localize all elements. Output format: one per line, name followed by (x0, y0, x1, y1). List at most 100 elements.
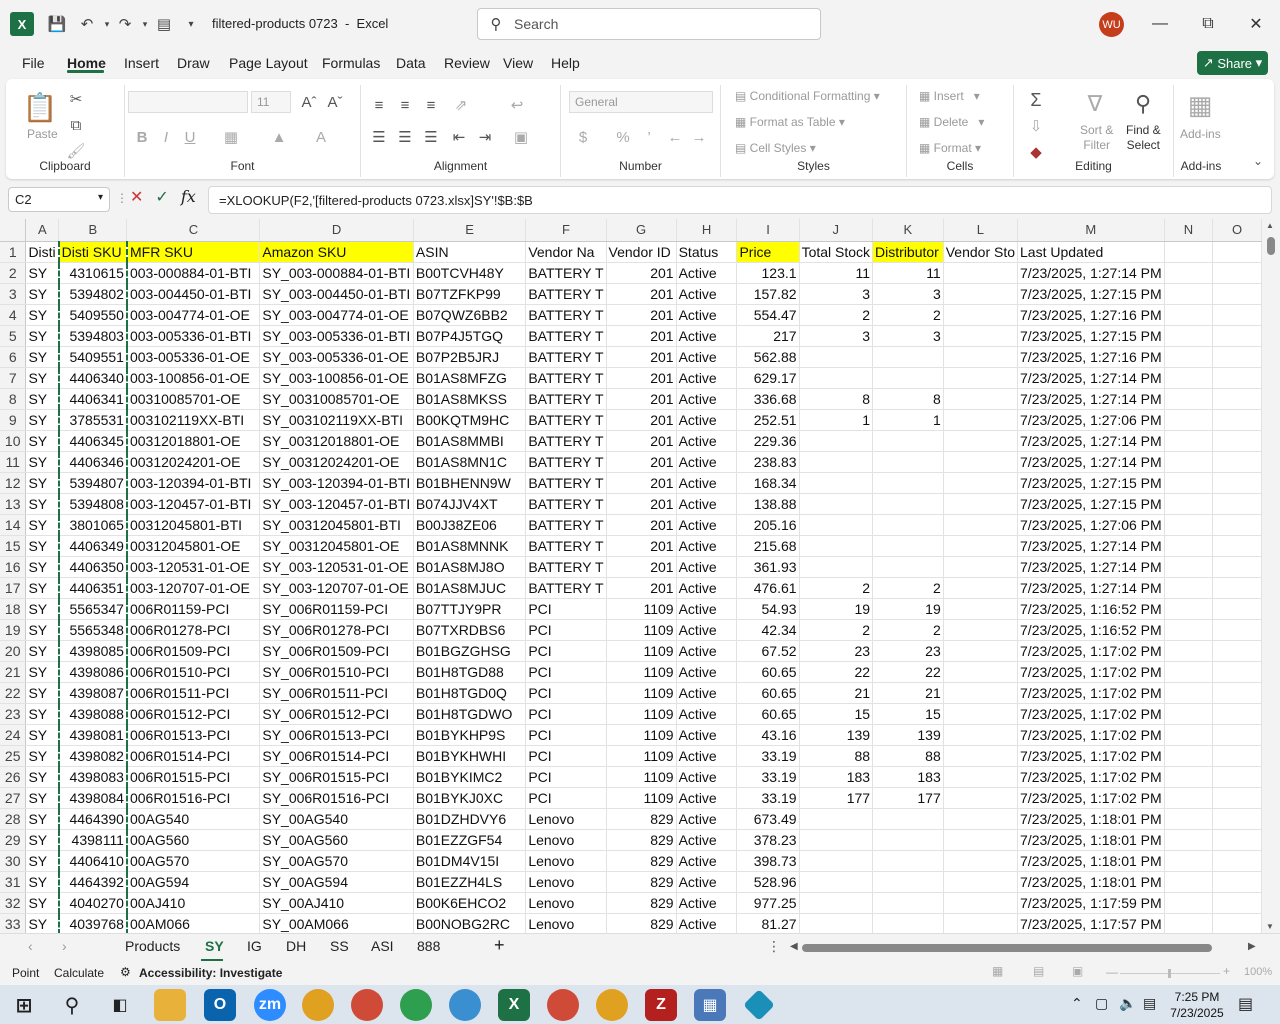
table-cell[interactable]: 3 (872, 325, 944, 347)
table-cell[interactable] (1212, 766, 1262, 788)
tab-dh[interactable]: DH (284, 938, 308, 954)
table-cell[interactable]: 201 (606, 577, 677, 599)
table-cell[interactable] (1212, 283, 1262, 305)
table-cell[interactable]: 8 (799, 388, 874, 410)
taskbar-search-icon[interactable]: ⚲ (56, 989, 88, 1021)
row-header-22[interactable]: 22 (0, 682, 27, 704)
table-cell[interactable] (1212, 367, 1262, 389)
header-cell[interactable] (1164, 241, 1214, 263)
table-cell[interactable]: 177 (799, 787, 874, 809)
number-format-select[interactable]: General (569, 91, 713, 113)
table-cell[interactable]: 1 (799, 409, 874, 431)
table-cell[interactable]: Active (676, 703, 738, 725)
table-cell[interactable]: BATTERY T (525, 367, 607, 389)
table-cell[interactable] (943, 367, 1019, 389)
table-cell[interactable] (943, 850, 1019, 872)
table-cell[interactable]: SY_006R01509-PCI (259, 640, 414, 662)
table-cell[interactable]: Active (676, 661, 738, 683)
table-cell[interactable]: 7/23/2025, 1:17:02 PM (1017, 745, 1165, 767)
table-cell[interactable]: 00312018801-OE (126, 430, 261, 452)
table-cell[interactable] (799, 514, 874, 536)
scroll-right-icon[interactable]: ▶ (1246, 941, 1258, 952)
table-cell[interactable]: 168.34 (736, 472, 800, 494)
table-cell[interactable]: Active (676, 745, 738, 767)
table-cell[interactable]: 7/23/2025, 1:27:15 PM (1017, 283, 1165, 305)
table-cell[interactable]: 003-120531-01-OE (126, 556, 261, 578)
table-cell[interactable]: SY (25, 388, 60, 410)
table-cell[interactable]: SY_006R01515-PCI (259, 766, 414, 788)
filezilla-icon[interactable]: Z (645, 989, 677, 1021)
table-cell[interactable]: 006R01278-PCI (126, 619, 261, 641)
row-header-15[interactable]: 15 (0, 535, 27, 557)
table-cell[interactable]: Lenovo (525, 808, 607, 830)
table-cell[interactable]: 5394803 (57, 325, 128, 347)
row-header-18[interactable]: 18 (0, 598, 27, 620)
table-cell[interactable]: 829 (606, 871, 677, 893)
table-cell[interactable]: 977.25 (736, 892, 800, 914)
table-cell[interactable]: BATTERY T (525, 262, 607, 284)
table-cell[interactable]: Active (676, 346, 738, 368)
tray-meet-icon[interactable]: ▢ (1095, 995, 1108, 1012)
table-cell[interactable] (1164, 766, 1214, 788)
calculator-icon[interactable]: ▦ (694, 989, 726, 1021)
table-cell[interactable]: 4406410 (57, 850, 128, 872)
table-cell[interactable]: 829 (606, 892, 677, 914)
table-cell[interactable]: 7/23/2025, 1:27:16 PM (1017, 346, 1165, 368)
table-cell[interactable] (1212, 262, 1262, 284)
table-cell[interactable] (943, 724, 1019, 746)
table-cell[interactable] (1212, 577, 1262, 599)
table-cell[interactable] (943, 745, 1019, 767)
row-header-27[interactable]: 27 (0, 787, 27, 809)
fill-color-icon[interactable]: ▲ (269, 127, 289, 147)
table-cell[interactable] (943, 535, 1019, 557)
table-cell[interactable]: B01AS8MKSS (413, 388, 527, 410)
table-cell[interactable]: 60.65 (736, 682, 800, 704)
table-cell[interactable]: 2 (799, 619, 874, 641)
restore-icon[interactable]: ⧉ (1185, 8, 1231, 40)
table-cell[interactable]: 201 (606, 430, 677, 452)
table-cell[interactable]: 4398111 (57, 829, 128, 851)
table-cell[interactable] (799, 367, 874, 389)
table-cell[interactable]: Active (676, 451, 738, 473)
table-cell[interactable] (872, 892, 944, 914)
table-cell[interactable]: 4406349 (57, 535, 128, 557)
table-cell[interactable]: BATTERY T (525, 409, 607, 431)
table-cell[interactable]: Active (676, 598, 738, 620)
table-cell[interactable]: 1109 (606, 661, 677, 683)
table-cell[interactable]: BATTERY T (525, 388, 607, 410)
row-header-2[interactable]: 2 (0, 262, 27, 284)
table-cell[interactable] (1164, 514, 1214, 536)
table-cell[interactable]: BATTERY T (525, 472, 607, 494)
table-cell[interactable]: 201 (606, 514, 677, 536)
table-cell[interactable]: 4406346 (57, 451, 128, 473)
name-box[interactable]: C2 ▾ (8, 187, 110, 212)
table-cell[interactable]: 4406345 (57, 430, 128, 452)
table-cell[interactable]: B07QWZ6BB2 (413, 304, 527, 326)
table-cell[interactable] (799, 808, 874, 830)
row-header-9[interactable]: 9 (0, 409, 27, 431)
table-cell[interactable] (1164, 871, 1214, 893)
table-cell[interactable]: 3801065 (57, 514, 128, 536)
header-cell[interactable]: MFR SKU (126, 241, 261, 263)
table-cell[interactable]: B01AS8MNNK (413, 535, 527, 557)
autosum-icon[interactable]: Σ (1024, 89, 1048, 111)
table-cell[interactable] (872, 451, 944, 473)
table-cell[interactable]: 006R01514-PCI (126, 745, 261, 767)
table-cell[interactable]: 7/23/2025, 1:27:14 PM (1017, 535, 1165, 557)
table-cell[interactable] (943, 262, 1019, 284)
table-cell[interactable]: B00J38ZE06 (413, 514, 527, 536)
row-header-12[interactable]: 12 (0, 472, 27, 494)
table-cell[interactable] (1212, 472, 1262, 494)
zoom-in-icon[interactable]: + (1223, 964, 1230, 978)
table-cell[interactable]: B01BYKHWHI (413, 745, 527, 767)
column-header-b[interactable]: B (58, 219, 128, 242)
table-cell[interactable]: 4398083 (57, 766, 128, 788)
table-cell[interactable]: 3 (799, 283, 874, 305)
table-cell[interactable]: B07P2B5JRJ (413, 346, 527, 368)
table-cell[interactable]: 54.93 (736, 598, 800, 620)
header-cell[interactable]: Vendor ID (606, 241, 677, 263)
table-cell[interactable]: 003-100856-01-OE (126, 367, 261, 389)
table-cell[interactable]: Active (676, 304, 738, 326)
table-cell[interactable] (943, 409, 1019, 431)
header-cell[interactable]: Distributor (872, 241, 944, 263)
